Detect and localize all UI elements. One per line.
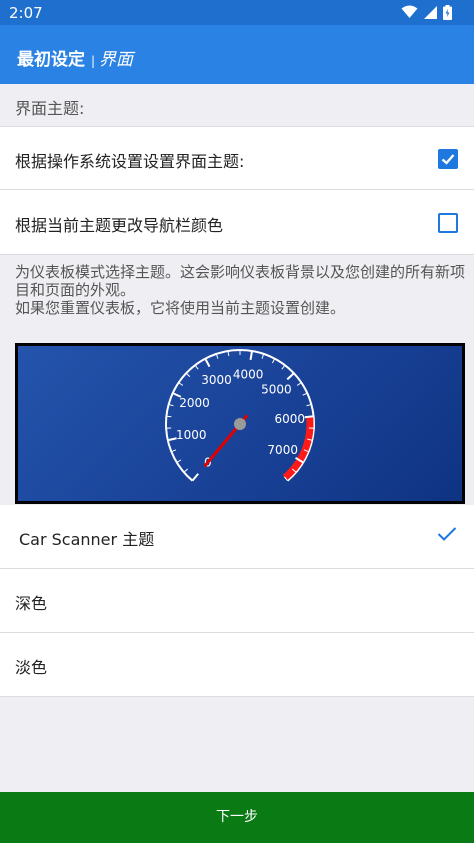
tick-label: 5000 — [261, 383, 292, 397]
dashboard-preview: 01000200030004000500060007000 — [15, 343, 465, 504]
battery-icon — [443, 4, 452, 20]
nav-bar-color-option[interactable]: 根据当前主题更改导航栏颜色 — [0, 190, 474, 255]
nav-bar-color-checkbox[interactable] — [438, 213, 458, 233]
status-bar: 2:07 — [0, 0, 474, 25]
wifi-icon — [401, 5, 418, 18]
minor-tick — [185, 372, 191, 378]
title-separator: | — [91, 54, 96, 68]
minor-tick — [281, 364, 286, 370]
app-subtitle: 界面 — [99, 50, 134, 70]
selected-check-icon — [437, 527, 457, 541]
section-header: 界面主题: — [0, 84, 474, 127]
section-header-label: 界面主题: — [15, 99, 85, 118]
minor-tick — [306, 403, 312, 407]
check-icon — [441, 154, 455, 165]
app-bar: 最初设定 | 界面 — [0, 25, 474, 84]
os-theme-option[interactable]: 根据操作系统设置设置界面主题: — [0, 127, 474, 190]
needle-hub — [234, 418, 246, 430]
description-text: 为仪表板模式选择主题。这会影响仪表板背景以及您创建的所有新项目和页面的外观。 如… — [15, 263, 466, 317]
tick-label: 7000 — [267, 443, 298, 457]
page-title: 最初设定 | 界面 — [17, 45, 133, 70]
theme-item-car-scanner[interactable]: Car Scanner 主题 — [0, 505, 474, 569]
tick-label: 4000 — [233, 368, 264, 382]
minor-tick — [296, 382, 302, 386]
minor-tick — [176, 459, 182, 463]
rpm-gauge: 01000200030004000500060007000 — [165, 349, 315, 482]
dashboard-theme-description: 为仪表板模式选择主题。这会影响仪表板背景以及您创建的所有新项目和页面的外观。 如… — [0, 255, 474, 338]
tick-label: 1000 — [176, 428, 207, 442]
major-tick — [204, 358, 211, 368]
status-icons — [401, 4, 452, 20]
nav-bar-color-label: 根据当前主题更改导航栏颜色 — [15, 216, 224, 235]
minor-tick — [302, 392, 308, 396]
theme-item-light[interactable]: 淡色 — [0, 633, 474, 697]
os-theme-label: 根据操作系统设置设置界面主题: — [15, 152, 245, 171]
major-tick — [249, 350, 253, 361]
theme-item-label: 淡色 — [15, 658, 48, 677]
major-tick — [191, 473, 199, 482]
tick-label: 6000 — [274, 412, 305, 426]
tick-label: 2000 — [179, 396, 210, 410]
minor-tick — [271, 358, 276, 364]
signal-icon — [424, 5, 437, 19]
theme-item-label: Car Scanner 主题 — [19, 530, 155, 549]
tick-label: 3000 — [201, 373, 232, 387]
minor-tick — [168, 403, 174, 407]
theme-item-label: 深色 — [15, 594, 48, 613]
minor-tick — [171, 449, 177, 453]
next-button[interactable]: 下一步 — [0, 792, 474, 843]
app-title: 最初设定 — [17, 50, 85, 70]
minor-tick — [166, 415, 172, 418]
minor-tick — [183, 468, 188, 473]
theme-item-dark[interactable]: 深色 — [0, 569, 474, 633]
major-tick — [304, 415, 314, 419]
status-time: 2:07 — [9, 4, 43, 22]
minor-tick — [194, 364, 199, 370]
major-tick — [286, 372, 295, 381]
minor-tick — [178, 382, 184, 386]
os-theme-checkbox[interactable] — [438, 149, 458, 169]
